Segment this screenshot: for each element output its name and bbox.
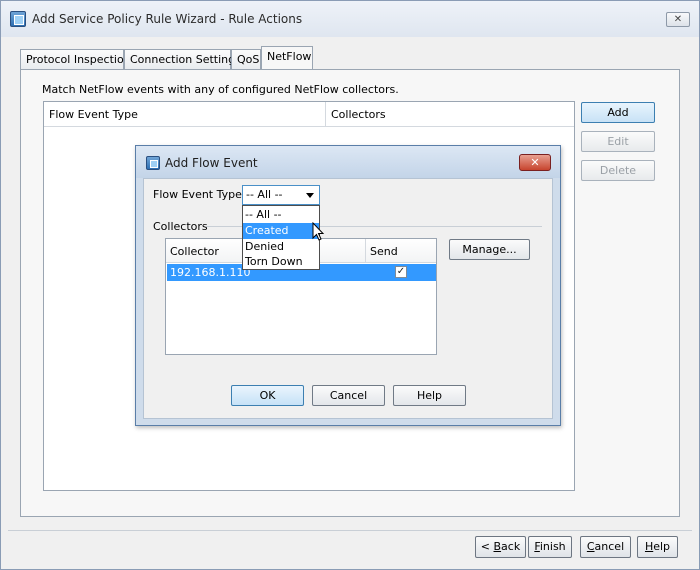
column-header-collectors[interactable]: Collectors: [326, 102, 574, 127]
title-bar: Add Service Policy Rule Wizard - Rule Ac…: [1, 1, 699, 37]
finish-label: inish: [539, 540, 566, 553]
footer-separator: [8, 530, 692, 531]
back-mnemonic: B: [493, 540, 502, 553]
back-button[interactable]: < Back: [475, 536, 526, 558]
window-close-button[interactable]: ✕: [666, 12, 690, 27]
dialog-help-button[interactable]: Help: [393, 385, 466, 406]
flow-event-type-value: -- All --: [246, 188, 283, 201]
match-description: Match NetFlow events with any of configu…: [42, 83, 399, 96]
flow-event-type-dropdown: -- All -- Created Denied Torn Down: [242, 205, 320, 270]
chevron-down-icon[interactable]: [306, 193, 314, 198]
send-checkbox[interactable]: ✓: [395, 266, 407, 278]
help-mnemonic: H: [644, 540, 654, 553]
option-all[interactable]: -- All --: [243, 207, 319, 223]
window-title: Add Service Policy Rule Wizard - Rule Ac…: [32, 12, 303, 26]
app-icon: [10, 11, 26, 27]
finish-button[interactable]: Finish: [528, 536, 572, 558]
dialog-title-bar: Add Flow Event ✕: [136, 146, 560, 178]
flow-event-type-label: Flow Event Type:: [153, 188, 246, 201]
column-header-flow-event-type[interactable]: Flow Event Type: [44, 102, 326, 127]
dialog-title: Add Flow Event: [165, 156, 258, 170]
add-button[interactable]: Add: [581, 102, 655, 123]
delete-button[interactable]: Delete: [581, 160, 655, 181]
edit-button[interactable]: Edit: [581, 131, 655, 152]
collector-ip: 192.168.1.110: [170, 266, 251, 279]
cancel-button[interactable]: Cancel: [580, 536, 631, 558]
tab-connection-settings[interactable]: Connection Settings: [124, 49, 241, 69]
option-torn-down[interactable]: Torn Down: [243, 254, 319, 270]
dialog-cancel-button[interactable]: Cancel: [312, 385, 385, 406]
tab-netflow[interactable]: NetFlow: [261, 46, 313, 69]
manage-button[interactable]: Manage...: [449, 239, 530, 260]
flow-event-type-select[interactable]: -- All --: [242, 185, 320, 205]
option-denied[interactable]: Denied: [243, 239, 319, 255]
cancel-mnemonic: C: [586, 540, 595, 553]
cancel-label: ancel: [594, 540, 625, 553]
help-label: elp: [653, 540, 671, 553]
dialog-close-button[interactable]: ✕: [519, 154, 551, 171]
ok-button[interactable]: OK: [231, 385, 304, 406]
collectors-group-label: Collectors: [153, 220, 208, 233]
tab-qos[interactable]: QoS: [231, 49, 261, 69]
column-header-send[interactable]: Send: [366, 239, 436, 263]
dialog-app-icon: [146, 156, 160, 170]
help-button[interactable]: Help: [637, 536, 678, 558]
option-created[interactable]: Created: [243, 223, 319, 239]
tab-protocol-inspection[interactable]: Protocol Inspection: [20, 49, 131, 69]
back-label: ack: [501, 540, 521, 553]
mouse-pointer-icon: [312, 222, 325, 241]
